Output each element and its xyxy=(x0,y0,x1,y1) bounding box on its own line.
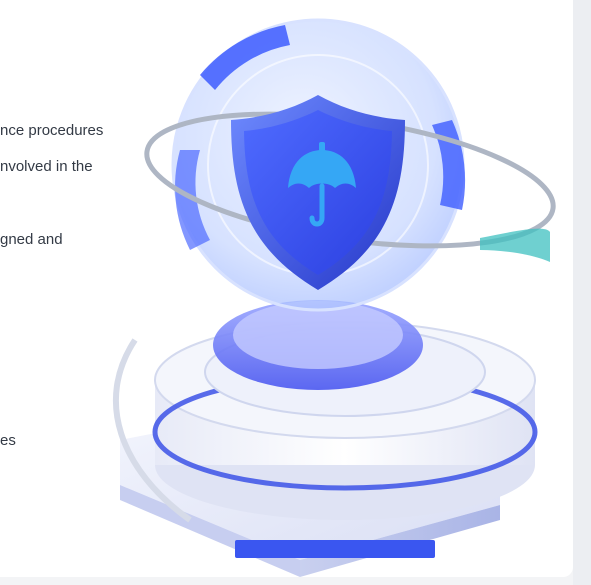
content-card: nce procedures nvolved in the gned and e… xyxy=(0,0,573,577)
platform-blue-strip xyxy=(235,540,435,558)
scrollbar-track[interactable] xyxy=(573,0,591,585)
teal-ribbon xyxy=(480,228,550,262)
security-shield-illustration xyxy=(112,18,556,577)
